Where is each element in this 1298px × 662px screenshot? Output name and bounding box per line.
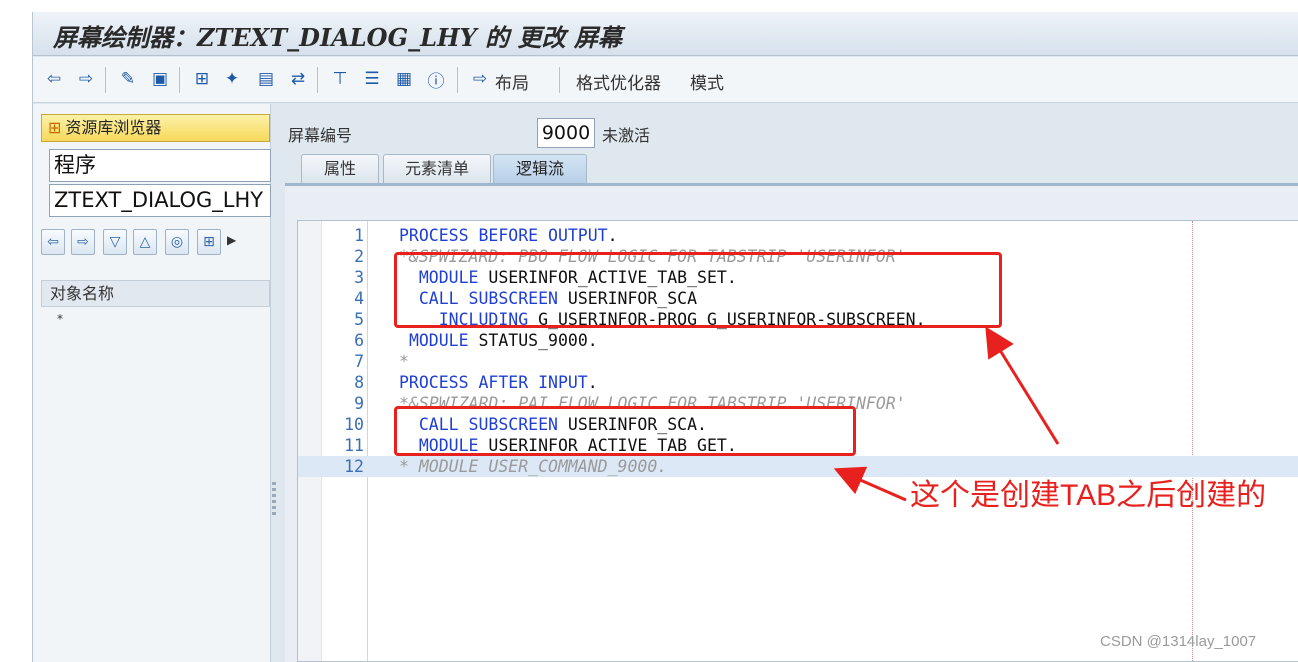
repository-browser-pane: ⊞ 资源库浏览器 程序 ZTEXT_DIALOG_LHY ⇦ ⇨ ▽ △ ◎ ⊞ … [33,104,271,662]
align-icon[interactable]: ☰ [361,68,383,90]
watermark: CSDN @1314lay_1007 [1100,633,1257,650]
object-name-column-header: 对象名称 [41,280,270,307]
list-icon[interactable]: ▦ [393,68,415,90]
more-icon[interactable]: ▶ [227,233,236,247]
repository-browser-label: 资源库浏览器 [65,118,162,137]
line-number: 4 [354,289,364,308]
object-type-field[interactable]: 程序 [49,149,271,182]
line-number: 5 [354,310,364,329]
toolbar-separator [105,67,106,93]
code-line[interactable]: 6 MODULE STATUS_9000. [298,330,1298,351]
toolbar-separator [179,67,180,93]
annotation-box-pai [394,406,856,456]
line-number: 10 [344,415,364,434]
toolbar-separator [457,67,458,93]
tab-strip: 属性 元素清单 逻辑流 [285,152,1285,184]
application-toolbar: ⇦ ⇨ ✎ ▣ ⊞ ✦ ▤ ⇄ ⊤ ☰ ▦ ⓘ ⇨ 布局 格式优化器 模式 [33,57,1298,103]
line-number: 1 [354,226,364,245]
code-text: PROCESS BEFORE OUTPUT. [399,226,618,245]
annotation-note: 这个是创建TAB之后创建的 [910,479,1267,512]
test-icon[interactable]: ▤ [255,68,277,90]
toolbar-separator [317,67,318,93]
display-change-icon[interactable]: ✎ [117,68,139,90]
hierarchy-icon[interactable]: ⊤ [329,68,351,90]
line-number: 11 [344,436,364,455]
layout-arrow-icon[interactable]: ⇨ [469,68,491,90]
screen-number-field[interactable]: 9000 [537,118,595,148]
hierarchy-up-icon[interactable]: ▽ [103,229,127,255]
mode-button[interactable]: 模式 [690,69,724,94]
next-object-icon[interactable]: ⇨ [71,229,95,255]
code-line[interactable]: 8 PROCESS AFTER INPUT. [298,372,1298,393]
tab-element-list[interactable]: 元素清单 [383,154,491,184]
code-text: PROCESS AFTER INPUT. [399,373,598,392]
forward-icon[interactable]: ⇨ [75,68,97,90]
line-number: 8 [354,373,364,392]
info-icon[interactable]: ⓘ [425,68,447,92]
tree-node[interactable]: * [57,312,63,326]
line-number: 3 [354,268,364,287]
title-bar: 屏幕绘制器：ZTEXT_DIALOG_LHY 的 更改 屏幕 [33,12,1298,56]
annotation-box-pbo [394,252,1002,328]
tab-flow-logic[interactable]: 逻辑流 [493,154,587,184]
screen-status: 未激活 [602,126,651,145]
splitter-grip[interactable] [271,482,277,522]
code-text: MODULE STATUS_9000. [408,331,598,350]
code-line[interactable]: 1 PROCESS BEFORE OUTPUT. [298,225,1298,246]
object-name-field[interactable]: ZTEXT_DIALOG_LHY [49,184,271,217]
window-title: 屏幕绘制器：ZTEXT_DIALOG_LHY 的 更改 屏幕 [53,23,622,52]
line-number: 7 [354,352,364,371]
hierarchy-down-icon[interactable]: △ [133,229,157,255]
repository-browser-button[interactable]: ⊞ 资源库浏览器 [41,114,270,142]
screen-painter-window: 屏幕绘制器：ZTEXT_DIALOG_LHY 的 更改 屏幕 ⇦ ⇨ ✎ ▣ ⊞… [32,12,1298,662]
browser-nav-toolbar: ⇦ ⇨ ▽ △ ◎ ⊞ ▶ [41,229,271,259]
format-optimizer-button[interactable]: 格式优化器 [576,69,661,94]
tree-icon[interactable]: ⊞ [197,229,221,255]
line-number: 9 [354,394,364,413]
binoculars-icon[interactable]: ◎ [165,229,189,255]
tab-attributes[interactable]: 属性 [301,154,379,184]
line-number: 2 [354,247,364,266]
layout-button[interactable]: 布局 [495,69,529,94]
code-line[interactable]: 7 * [298,351,1298,372]
where-used-icon[interactable]: ⊞ [191,68,213,90]
toolbar-separator [559,67,560,93]
back-icon[interactable]: ⇦ [43,68,65,90]
line-number: 6 [354,331,364,350]
hierarchy-icon: ⊞ [48,118,62,137]
line-number: 12 [344,457,364,476]
magic-wand-icon[interactable]: ✦ [221,68,243,90]
move-icon[interactable]: ⇄ [287,68,309,90]
code-text: * [399,352,409,371]
previous-object-icon[interactable]: ⇦ [41,229,65,255]
screen-number-label: 屏幕编号 [288,126,353,145]
activate-icon[interactable]: ▣ [149,68,171,90]
code-text: * MODULE USER_COMMAND_9000. [399,457,668,476]
code-line[interactable]: 12 * MODULE USER_COMMAND_9000. [298,456,1298,477]
